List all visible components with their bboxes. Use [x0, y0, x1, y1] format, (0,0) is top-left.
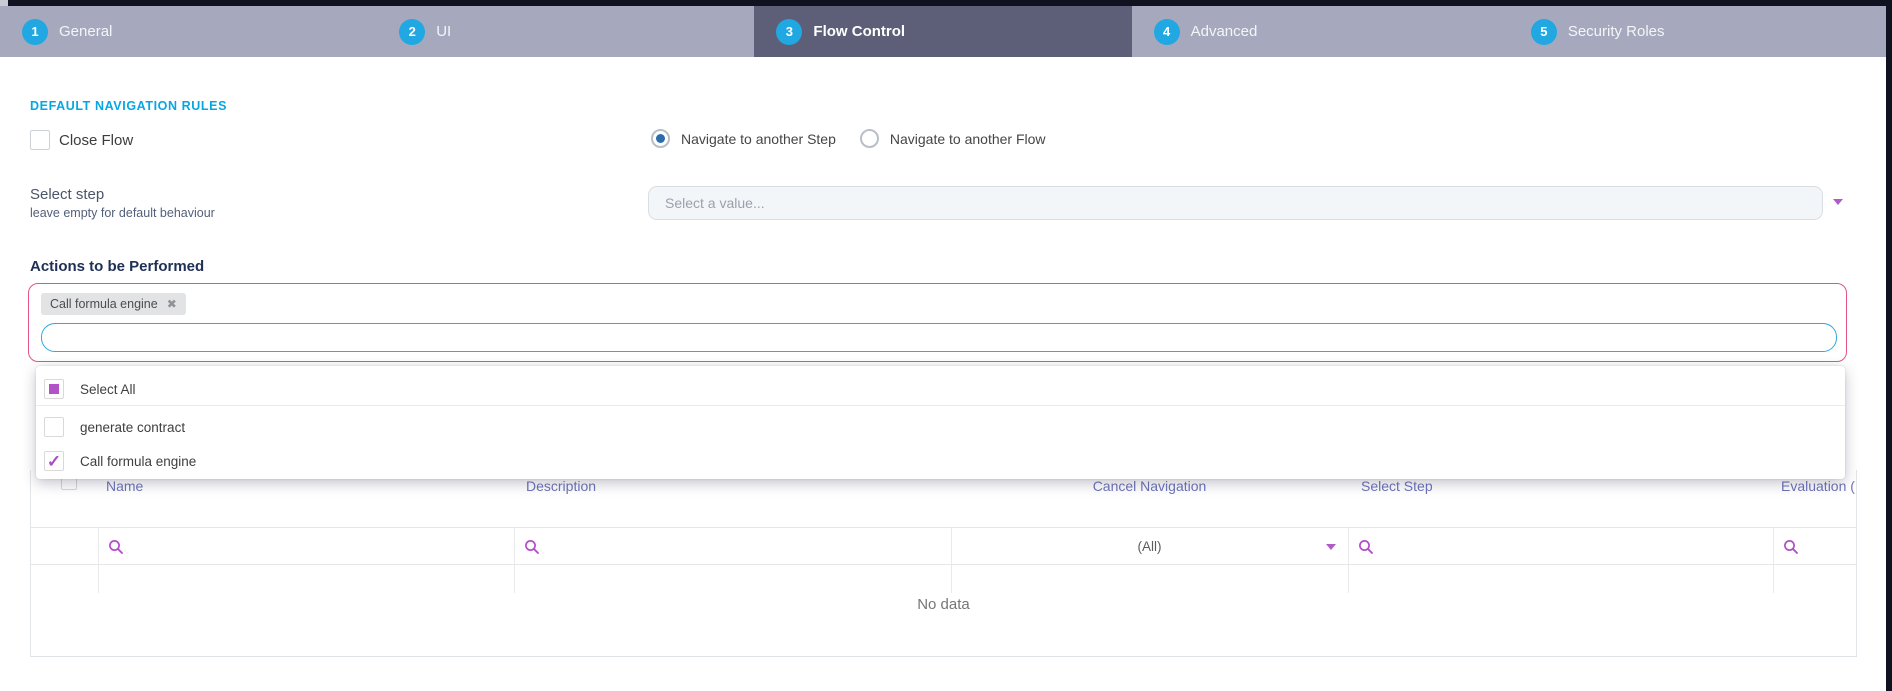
tab-general[interactable]: 1 General — [0, 6, 377, 57]
search-icon[interactable] — [108, 539, 124, 555]
close-flow-label: Close Flow — [59, 132, 133, 149]
section-title: DEFAULT NAVIGATION RULES — [30, 99, 227, 113]
dropdown-item-label: Select All — [80, 382, 136, 397]
dropdown-divider — [36, 405, 1845, 406]
search-icon[interactable] — [524, 539, 540, 555]
step-number-badge: 4 — [1154, 19, 1180, 45]
backdrop-right-strip — [1886, 0, 1892, 691]
no-data-message: No data — [31, 596, 1856, 613]
wizard-tabbar: 1 General 2 UI 3 Flow Control 4 Advanced… — [0, 6, 1886, 57]
navigation-radio-group: Navigate to another Step Navigate to ano… — [651, 129, 1046, 148]
column-header-cancel-navigation[interactable]: Cancel Navigation — [951, 478, 1348, 494]
tab-label: Security Roles — [1568, 23, 1665, 40]
search-icon[interactable] — [1358, 539, 1374, 555]
selected-action-tag: Call formula engine ✖ — [41, 293, 186, 315]
navigation-rules-grid: Name Description Cancel Navigation Selec… — [30, 470, 1857, 657]
column-header-evaluation[interactable]: Evaluation ( — [1781, 478, 1855, 494]
radio-selected-icon — [651, 129, 670, 148]
grid-filter-row: (All) — [31, 527, 1856, 565]
column-header-name[interactable]: Name — [106, 478, 143, 494]
grid-empty-row — [31, 565, 1856, 593]
tab-security-roles[interactable]: 5 Security Roles — [1509, 6, 1886, 57]
radio-navigate-step[interactable]: Navigate to another Step — [651, 129, 836, 148]
dropdown-item-label: generate contract — [80, 420, 185, 435]
actions-heading: Actions to be Performed — [30, 258, 204, 275]
radio-label: Navigate to another Step — [681, 131, 836, 147]
actions-multiselect[interactable]: Call formula engine ✖ — [28, 283, 1847, 362]
tab-label: General — [59, 23, 112, 40]
search-icon[interactable] — [1783, 539, 1799, 555]
radio-unselected-icon — [860, 129, 879, 148]
dropdown-item-call-formula-engine[interactable]: ✓ Call formula engine — [44, 451, 196, 471]
column-header-select-step[interactable]: Select Step — [1361, 478, 1433, 494]
tab-label: Flow Control — [813, 23, 905, 40]
radio-label: Navigate to another Flow — [890, 131, 1046, 147]
tag-remove-icon[interactable]: ✖ — [167, 297, 177, 311]
radio-navigate-flow[interactable]: Navigate to another Flow — [860, 129, 1046, 148]
column-header-description[interactable]: Description — [526, 478, 596, 494]
close-flow-option: Close Flow — [30, 130, 133, 150]
chevron-down-icon — [1326, 544, 1336, 550]
dropdown-item-label: Call formula engine — [80, 454, 196, 469]
chevron-down-icon[interactable] — [1833, 199, 1843, 205]
step-number-badge: 1 — [22, 19, 48, 45]
select-step-input[interactable] — [648, 186, 1823, 220]
actions-dropdown-panel: Select All generate contract ✓ Call form… — [36, 366, 1845, 479]
dropdown-item-generate-contract[interactable]: generate contract — [44, 417, 185, 437]
checkbox-indeterminate-icon — [44, 379, 64, 399]
step-number-badge: 5 — [1531, 19, 1557, 45]
close-flow-checkbox[interactable] — [30, 130, 50, 150]
filter-all-value: (All) — [1138, 539, 1162, 554]
step-number-badge: 2 — [399, 19, 425, 45]
dropdown-item-select-all[interactable]: Select All — [44, 379, 136, 399]
tab-flow-control[interactable]: 3 Flow Control — [754, 6, 1131, 57]
step-number-badge: 3 — [776, 19, 802, 45]
tab-advanced[interactable]: 4 Advanced — [1132, 6, 1509, 57]
tab-ui[interactable]: 2 UI — [377, 6, 754, 57]
tab-label: UI — [436, 23, 451, 40]
checkbox-checked-icon: ✓ — [44, 451, 64, 471]
checkbox-unchecked-icon — [44, 417, 64, 437]
select-step-hint: leave empty for default behaviour — [30, 206, 215, 220]
tag-label: Call formula engine — [50, 297, 158, 311]
select-step-label: Select step — [30, 186, 104, 203]
cancel-navigation-filter-select[interactable]: (All) — [951, 528, 1348, 564]
tab-label: Advanced — [1191, 23, 1258, 40]
actions-search-input[interactable] — [41, 323, 1837, 352]
